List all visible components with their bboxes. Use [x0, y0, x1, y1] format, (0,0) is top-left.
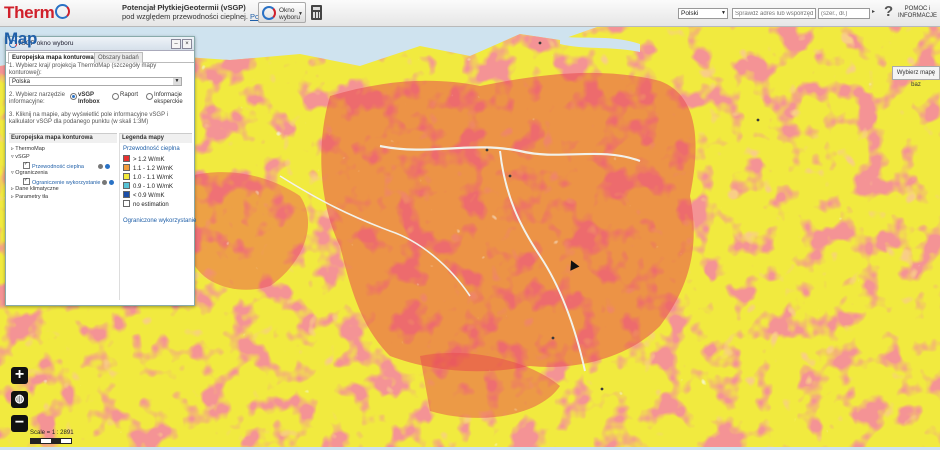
language-value: Polski [681, 10, 699, 17]
chevron-down-icon: ▼ [298, 11, 303, 17]
logo-thermo-text: Therm [4, 3, 55, 22]
thermomap-logo[interactable]: Therm Map [4, 3, 71, 48]
language-select[interactable]: Polski ▼ [678, 8, 728, 19]
help-info-link[interactable]: POMOC i INFORMACJE [898, 6, 937, 20]
logo-map-text: Map [4, 29, 38, 48]
logo-ring-icon [55, 4, 71, 19]
okno-label-1: Okno [279, 7, 295, 14]
top-bar: Therm Map Potencjał PłytkiejGeotermii (vS… [0, 0, 940, 48]
thermomap-ring-icon [262, 6, 276, 20]
okno-wyboru-button[interactable]: Okno wyboru ▼ [258, 2, 306, 23]
help-label-2: INFORMACJE [898, 13, 937, 19]
subtitle-line2: pod względem przewodności cieplnej. [122, 12, 248, 21]
search-go-icon[interactable]: ▸ [872, 8, 880, 19]
calculator-icon[interactable] [311, 5, 322, 20]
help-question-icon[interactable]: ? [884, 3, 893, 20]
help-label-1: POMOC i [904, 6, 931, 12]
address-search-input[interactable] [732, 8, 816, 19]
chevron-down-icon: ▼ [721, 10, 726, 16]
coordinates-input[interactable] [818, 8, 870, 19]
okno-label-2: wyboru [279, 14, 300, 21]
